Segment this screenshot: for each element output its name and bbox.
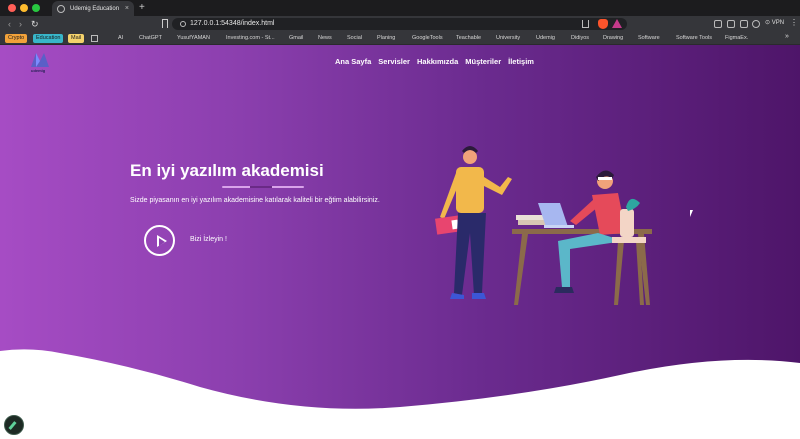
bookmark-googletools[interactable]: GoogleTools [412,34,443,43]
hero-title: En iyi yazılım akademisi [130,161,324,180]
udemig-logo[interactable] [30,51,50,69]
bookmark-drawing[interactable]: Drawing [603,34,623,43]
bookmark-chatgpt[interactable]: ChatGPT [139,34,162,43]
bookmarks-bar: Crypto Education Mail AI ChatGPT YusufYA… [0,32,800,45]
bookmark-news[interactable]: News [318,34,332,43]
bookmark-university[interactable]: University [496,34,520,43]
brave-rewards-icon[interactable] [612,19,622,28]
nav-services[interactable]: Servisler [378,57,410,66]
watch-us-label[interactable]: Bizi İzleyin ! [190,236,227,243]
vpn-button[interactable]: ⊙ VPN [765,19,784,26]
bookmark-folder-mail[interactable]: Mail [68,34,85,43]
forward-arrow-icon[interactable]: › [19,18,22,30]
sidebar-icon[interactable] [727,20,735,28]
close-window-button[interactable] [8,4,16,12]
bookmark-udemig[interactable]: Udemig [536,34,555,43]
url-text[interactable]: 127.0.0.1:54348/index.html [190,20,274,27]
hero-illustration [435,146,652,305]
nav-customers[interactable]: Müşteriler [465,57,501,66]
globe-icon [57,4,65,13]
tab-title: Udemig Education [70,5,120,12]
bookmark-social[interactable]: Social [347,34,362,43]
active-tab[interactable]: Udemig Education × [52,1,134,16]
minimize-window-button[interactable] [20,4,28,12]
brave-shields-icon[interactable] [598,19,608,29]
nav-home[interactable]: Ana Sayfa [335,57,371,66]
nav-contact[interactable]: İletişim [508,57,534,66]
apps-grid-icon[interactable] [91,35,98,42]
landing-page: udemig Ana Sayfa Servisler Hakkımızda Mü… [0,45,800,439]
logo-text: udemig [31,68,46,73]
vpn-label: VPN [771,20,785,26]
mouse-cursor [690,210,696,217]
share-icon[interactable] [582,20,589,28]
play-icon-inner [158,237,165,246]
leo-ai-icon[interactable] [752,20,760,28]
more-bookmarks-button[interactable]: » [785,33,789,40]
menu-icon[interactable]: ⋮ [790,18,798,27]
site-info-icon[interactable] [180,21,186,27]
main-nav: Ana Sayfa Servisler Hakkımızda Müşterile… [335,57,534,66]
bookmark-icon[interactable] [162,19,168,28]
reload-icon[interactable]: ↻ [31,18,39,30]
hero-bottom-wave [0,349,800,439]
play-video-button[interactable] [144,225,175,256]
tab-close-button[interactable]: × [125,5,129,12]
bookmark-gmail[interactable]: Gmail [289,34,303,43]
wallet-icon[interactable] [740,20,748,28]
bookmark-folder-education[interactable]: Education [33,34,64,43]
bookmark-figmaex[interactable]: FigmaEx. [725,34,748,43]
bookmark-folder-crypto[interactable]: Crypto [5,34,28,43]
hero-subtitle: Sizde piyasanın en iyi yazılım akademisi… [130,197,380,204]
address-bar[interactable]: 127.0.0.1:54348/index.html [172,18,627,30]
title-underline-accent [250,186,272,188]
nav-about[interactable]: Hakkımızda [417,57,458,66]
extensions-icon[interactable] [714,20,722,28]
bookmark-planing[interactable]: Planing [377,34,395,43]
bookmark-software[interactable]: Software [638,34,660,43]
browser-titlebar: Udemig Education × + [0,0,800,16]
back-arrow-icon[interactable]: ‹ [8,18,11,30]
browser-toolbar: ‹ › ↻ 127.0.0.1:54348/index.html ⊙ VPN ⋮ [0,16,800,32]
maximize-window-button[interactable] [32,4,40,12]
bookmark-didiyos[interactable]: Didiyos [571,34,589,43]
edit-pencil-button[interactable] [4,415,24,435]
bookmark-yusufyaman[interactable]: YusufYAMAN [177,34,210,43]
new-tab-button[interactable]: + [139,2,145,14]
bookmark-teachable[interactable]: Teachable [456,34,481,43]
bookmark-ai[interactable]: AI [118,34,123,43]
bookmark-software-tools[interactable]: Software Tools [676,34,712,43]
bookmark-investing[interactable]: Investing.com - St... [226,34,275,43]
